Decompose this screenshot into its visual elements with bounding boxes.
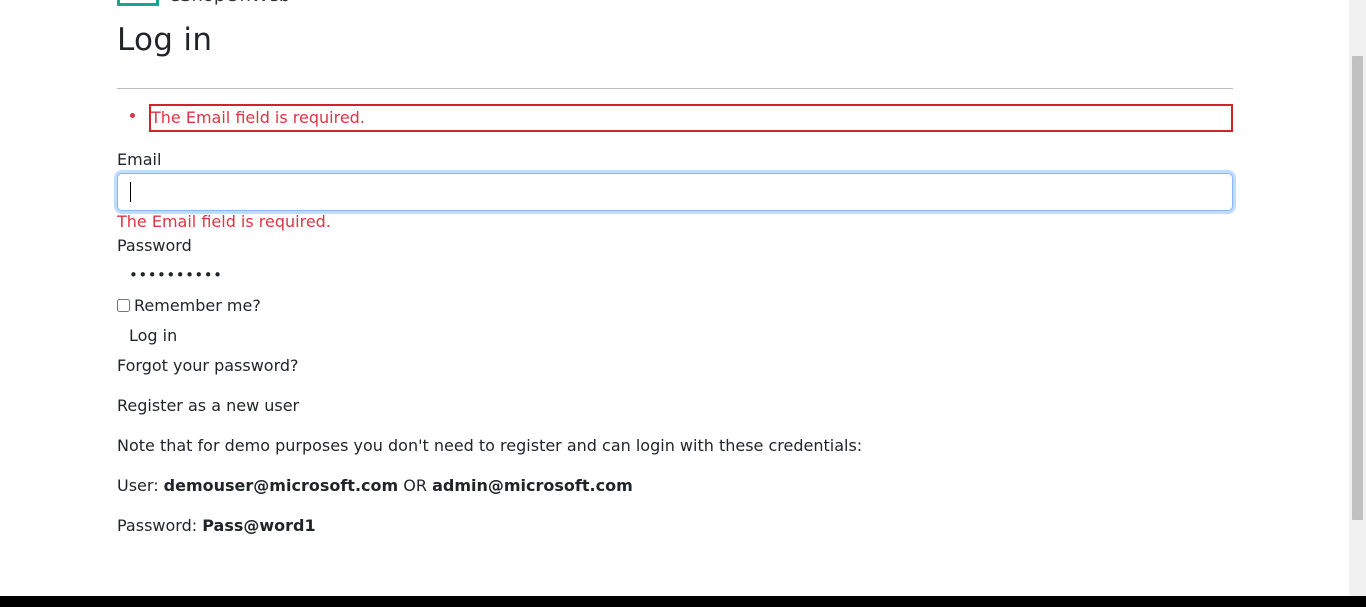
password-prefix: Password: [117, 516, 203, 535]
forgot-password-link[interactable]: Forgot your password? [117, 356, 299, 375]
brand-logo-icon [117, 0, 159, 6]
login-button[interactable]: Log in [117, 324, 189, 347]
user-prefix: User: [117, 476, 164, 495]
demo-password-value: Pass@word1 [202, 516, 316, 535]
demo-user-two: admin@microsoft.com [432, 476, 633, 495]
validation-summary-item: The Email field is required. [149, 104, 1233, 132]
remember-me-checkbox[interactable] [117, 299, 130, 312]
password-input[interactable]: •••••••••• [129, 266, 222, 284]
vertical-scrollbar[interactable] [1349, 0, 1366, 596]
viewport: eShopOnWeb Log in The Email field is req… [0, 0, 1366, 607]
password-label: Password [117, 236, 192, 255]
brand-text: eShopOnWeb [169, 0, 290, 6]
demo-password: Password: Pass@word1 [117, 516, 316, 535]
email-error: The Email field is required. [117, 212, 331, 231]
text-caret [130, 182, 131, 202]
email-label: Email [117, 150, 162, 169]
demo-users: User: demouser@microsoft.com OR admin@mi… [117, 476, 633, 495]
title-divider [117, 88, 1233, 89]
demo-note: Note that for demo purposes you don't ne… [117, 436, 863, 455]
email-input[interactable] [117, 173, 1233, 211]
summary-bullet-icon [130, 113, 135, 118]
demo-user-one: demouser@microsoft.com [163, 476, 399, 495]
page-title: Log in [117, 22, 213, 58]
footer-bar [0, 596, 1366, 607]
user-or: OR [398, 476, 433, 495]
scrollbar-thumb[interactable] [1352, 56, 1363, 520]
brand[interactable]: eShopOnWeb [117, 0, 290, 6]
remember-me[interactable]: Remember me? [117, 296, 261, 315]
remember-me-label: Remember me? [134, 296, 261, 315]
register-link[interactable]: Register as a new user [117, 396, 299, 415]
cart-icon[interactable] [1199, 0, 1229, 10]
